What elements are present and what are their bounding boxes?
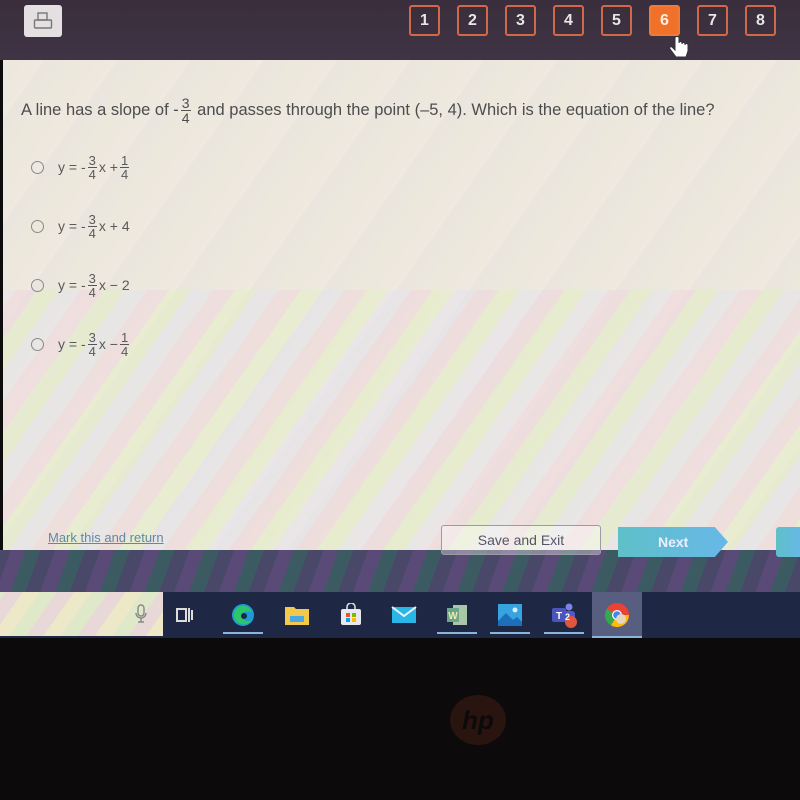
answer-option-c[interactable]: y = - 34 x − 2 xyxy=(31,268,131,302)
question-2-button[interactable]: 2 xyxy=(457,5,488,36)
option-lead: y = - xyxy=(58,277,86,293)
numerator: 3 xyxy=(88,270,96,286)
option-mid: x − 2 xyxy=(98,277,130,293)
numerator: 3 xyxy=(88,152,96,168)
question-4-button[interactable]: 4 xyxy=(553,5,584,36)
question-navigator: 1 2 3 4 5 6 7 8 xyxy=(409,5,776,36)
next-button[interactable]: Next xyxy=(618,527,728,557)
numerator: 1 xyxy=(120,152,129,168)
teams-icon[interactable]: T 2 xyxy=(544,598,584,634)
answer-options: y = - 34 x + 14 y = - 34 x + 4 y = - 34 … xyxy=(31,150,131,386)
option-lead: y = - xyxy=(58,218,86,234)
question-8-button[interactable]: 8 xyxy=(745,5,776,36)
answer-option-d[interactable]: y = - 34 x − 14 xyxy=(31,327,131,361)
mark-and-return-link[interactable]: Mark this and return xyxy=(48,530,164,545)
option-fraction: 34 xyxy=(87,211,97,241)
numerator: 1 xyxy=(120,329,129,345)
question-suffix: and passes through the point (–5, 4). Wh… xyxy=(192,100,715,119)
question-text: A line has a slope of -34 and passes thr… xyxy=(21,96,715,125)
task-view-icon[interactable] xyxy=(168,598,202,632)
printer-icon xyxy=(33,12,53,29)
photos-icon[interactable] xyxy=(490,598,530,634)
submit-button[interactable] xyxy=(776,527,800,557)
option-fraction: 34 xyxy=(87,329,97,359)
option-fraction: 34 xyxy=(87,152,97,182)
assessment-toolbar: 1 2 3 4 5 6 7 8 xyxy=(0,0,800,60)
question-5-button[interactable]: 5 xyxy=(601,5,632,36)
denominator: 4 xyxy=(119,166,130,182)
option-mid: x + 4 xyxy=(98,218,130,234)
numerator: 3 xyxy=(88,211,96,227)
taskbar-search-box[interactable] xyxy=(0,592,163,636)
teams-notification-badge: 2 xyxy=(565,612,571,622)
question-6-button[interactable]: 6 xyxy=(649,5,680,36)
taskbar: W T 2 xyxy=(0,592,800,638)
question-1-button[interactable]: 1 xyxy=(409,5,440,36)
svg-text:W: W xyxy=(448,611,458,622)
slope-sign: - xyxy=(173,100,179,119)
slope-fraction: 34 xyxy=(180,95,191,126)
word-icon[interactable]: W xyxy=(437,598,477,634)
option-mid: x + xyxy=(98,159,118,175)
denominator: 4 xyxy=(87,343,97,359)
denominator: 4 xyxy=(119,343,130,359)
numerator: 3 xyxy=(88,329,96,345)
option-lead: y = - xyxy=(58,159,86,175)
store-icon[interactable] xyxy=(334,598,368,632)
denominator: 4 xyxy=(87,166,97,182)
option-lead: y = - xyxy=(58,336,86,352)
answer-option-b[interactable]: y = - 34 x + 4 xyxy=(31,209,131,243)
radio-button[interactable] xyxy=(31,219,44,233)
mic-icon[interactable] xyxy=(134,604,148,629)
question-3-button[interactable]: 3 xyxy=(505,5,536,36)
monitor-bezel: hp xyxy=(0,638,800,800)
option-tail-fraction: 14 xyxy=(119,329,130,359)
denominator: 4 xyxy=(87,284,97,300)
chrome-icon[interactable] xyxy=(592,592,642,638)
slope-denominator: 4 xyxy=(180,110,191,126)
answer-option-a[interactable]: y = - 34 x + 14 xyxy=(31,150,131,184)
question-panel: A line has a slope of -34 and passes thr… xyxy=(3,60,800,557)
option-mid: x − xyxy=(98,336,118,352)
save-and-exit-button[interactable]: Save and Exit xyxy=(441,525,601,555)
print-button[interactable] xyxy=(24,5,62,37)
option-tail-fraction: 14 xyxy=(119,152,130,182)
edge-icon[interactable] xyxy=(223,598,263,634)
hp-logo: hp xyxy=(450,695,506,745)
radio-button[interactable] xyxy=(31,278,44,292)
question-prefix: A line has a slope of xyxy=(21,100,174,119)
question-7-button[interactable]: 7 xyxy=(697,5,728,36)
denominator: 4 xyxy=(87,225,97,241)
svg-text:T: T xyxy=(556,611,562,622)
radio-button[interactable] xyxy=(31,337,44,351)
slope-numerator: 3 xyxy=(181,95,190,111)
radio-button[interactable] xyxy=(31,160,44,174)
file-explorer-icon[interactable] xyxy=(280,598,314,632)
option-fraction: 34 xyxy=(87,270,97,300)
mail-icon[interactable] xyxy=(387,598,421,632)
